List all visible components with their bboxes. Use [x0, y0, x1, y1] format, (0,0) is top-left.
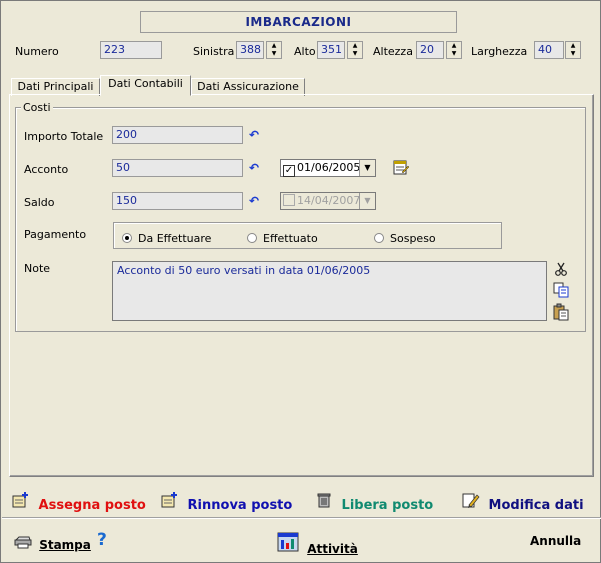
saldo-field[interactable]: 150	[112, 192, 243, 210]
radio-sospeso[interactable]: Sospeso	[374, 232, 436, 245]
chevron-down-icon[interactable]: ▼	[359, 160, 375, 176]
note-textarea[interactable]: Acconto di 50 euro versati in data 01/06…	[112, 261, 547, 321]
saldo-label: Saldo	[24, 196, 55, 209]
numero-label: Numero	[15, 45, 59, 58]
alto-spinner[interactable]: ▲ ▼	[347, 41, 363, 59]
radio-da-effettuare[interactable]: Da Effettuare	[122, 232, 211, 245]
radio-label: Effettuato	[263, 232, 318, 245]
larghezza-spinner[interactable]: ▲ ▼	[565, 41, 581, 59]
saldo-date-checkbox[interactable]	[283, 194, 295, 206]
chevron-down-icon[interactable]: ▼	[359, 193, 375, 209]
altezza-label: Altezza	[373, 45, 413, 58]
footer-divider	[2, 517, 601, 519]
larghezza-field[interactable]: 40	[534, 41, 564, 59]
acconto-label: Acconto	[24, 163, 69, 176]
attivita-button[interactable]: Attività	[277, 531, 358, 556]
annulla-button[interactable]: Annulla	[530, 534, 581, 548]
activity-icon	[277, 531, 299, 553]
edit-icon	[462, 491, 480, 509]
modifica-dati-label: Modifica dati	[488, 498, 584, 513]
rinnova-posto-button[interactable]: Rinnova posto	[161, 491, 292, 513]
radio-button-icon	[374, 233, 384, 243]
acconto-undo-icon[interactable]: ↶	[249, 161, 259, 175]
tab-dati-contabili[interactable]: Dati Contabili	[100, 75, 191, 96]
stampa-label: Stampa	[39, 538, 91, 552]
cut-icon[interactable]	[553, 261, 569, 277]
printer-icon	[14, 533, 32, 551]
paste-icon[interactable]	[552, 303, 570, 321]
sinistra-label: Sinistra	[193, 45, 235, 58]
numero-field: 223	[100, 41, 162, 59]
assegna-posto-label: Assegna posto	[38, 498, 146, 513]
costi-group-title: Costi	[21, 101, 53, 114]
note-label: Note	[24, 262, 51, 275]
acconto-date-value: 01/06/2005	[297, 161, 361, 174]
importo-totale-field[interactable]: 200	[112, 126, 243, 144]
altezza-spinner[interactable]: ▲ ▼	[446, 41, 462, 59]
libera-posto-label: Libera posto	[341, 498, 434, 513]
saldo-date-value: 14/04/2007	[297, 194, 361, 207]
calendar-edit-icon[interactable]	[392, 158, 410, 176]
libera-posto-button[interactable]: Libera posto	[315, 491, 433, 513]
sinistra-spinner[interactable]: ▲ ▼	[266, 41, 282, 59]
acconto-date-checkbox[interactable]: ✓	[283, 165, 295, 177]
radio-label: Sospeso	[390, 232, 436, 245]
sinistra-field[interactable]: 388	[236, 41, 264, 59]
document-add-icon	[161, 491, 179, 509]
stampa-button[interactable]: Stampa	[14, 533, 91, 552]
main-window: IMBARCAZIONI Numero 223 Sinistra 388 ▲ ▼ …	[0, 0, 601, 563]
assegna-posto-button[interactable]: Assegna posto	[12, 491, 146, 513]
alto-field[interactable]: 351	[317, 41, 345, 59]
help-icon[interactable]: ?	[97, 530, 107, 550]
radio-label: Da Effettuare	[138, 232, 212, 245]
page-title: IMBARCAZIONI	[140, 11, 457, 33]
acconto-field[interactable]: 50	[112, 159, 243, 177]
radio-effettuato[interactable]: Effettuato	[247, 232, 318, 245]
attivita-label: Attività	[307, 542, 358, 556]
rinnova-posto-label: Rinnova posto	[187, 498, 293, 513]
document-add-icon	[12, 491, 30, 509]
altezza-field[interactable]: 20	[416, 41, 444, 59]
modifica-dati-button[interactable]: Modifica dati	[462, 491, 584, 513]
alto-label: Alto	[294, 45, 316, 58]
acconto-date-picker[interactable]: ✓ 01/06/2005 ▼	[280, 159, 376, 177]
pagamento-label: Pagamento	[24, 228, 87, 241]
radio-button-icon	[247, 233, 257, 243]
saldo-date-picker[interactable]: 14/04/2007 ▼	[280, 192, 376, 210]
importo-totale-label: Importo Totale	[24, 130, 104, 143]
saldo-undo-icon[interactable]: ↶	[249, 194, 259, 208]
radio-button-icon	[122, 233, 132, 243]
importo-undo-icon[interactable]: ↶	[249, 128, 259, 142]
larghezza-label: Larghezza	[471, 45, 528, 58]
copy-icon[interactable]	[552, 282, 570, 298]
trash-icon	[315, 491, 333, 509]
